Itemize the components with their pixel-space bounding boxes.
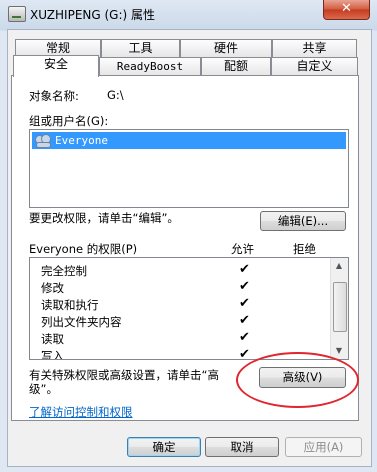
table-row: 修改 ✔ <box>30 279 330 296</box>
edit-button[interactable]: 编辑(E)... <box>260 211 346 231</box>
object-name-label: 对象名称: <box>29 89 79 103</box>
deny-column-header: 拒绝 <box>293 242 316 256</box>
list-item[interactable]: Everyone <box>32 132 346 149</box>
permission-name: 读取 <box>41 332 64 346</box>
permission-name: 列出文件夹内容 <box>41 315 122 329</box>
group-users-label: 组或用户名(G): <box>29 114 109 128</box>
advanced-hint-line2: 级”。 <box>29 382 58 396</box>
table-row: 列出文件夹内容 ✔ <box>30 313 330 330</box>
table-row: 写入 ✔ <box>30 347 330 360</box>
apply-button[interactable]: 应用(A) <box>285 437 362 457</box>
table-row: 读取 ✔ <box>30 330 330 347</box>
permission-name: 完全控制 <box>41 264 87 278</box>
allow-column-header: 允许 <box>231 242 254 256</box>
properties-window: XUZHIPENG (G:) 属性 ✕ 常规 工具 硬件 共享 安全 Ready… <box>0 0 377 472</box>
permissions-scrollbar[interactable]: ▲ ▼ <box>330 258 348 359</box>
allow-check-icon: ✔ <box>239 279 250 294</box>
allow-check-icon: ✔ <box>239 262 250 277</box>
user-name: Everyone <box>55 134 108 147</box>
permissions-header: Everyone 的权限(P) <box>29 242 138 256</box>
change-permission-hint: 要更改权限，请单击“编辑”。 <box>29 211 179 225</box>
permissions-list: 完全控制 ✔ 修改 ✔ 读取和执行 ✔ 列出文件夹内容 ✔ 读取 ✔ 写入 ✔ <box>29 257 349 360</box>
permission-name: 修改 <box>41 281 64 295</box>
scroll-thumb[interactable] <box>333 282 347 332</box>
scroll-down-icon[interactable]: ▼ <box>331 343 347 359</box>
advanced-button[interactable]: 高级(V) <box>259 367 346 388</box>
learn-access-control-link[interactable]: 了解访问控制和权限 <box>29 404 133 420</box>
ok-button[interactable]: 确定 <box>127 437 201 457</box>
cancel-button[interactable]: 取消 <box>205 437 279 457</box>
permission-name: 读取和执行 <box>41 298 99 312</box>
allow-check-icon: ✔ <box>239 296 250 311</box>
object-name-value: G:\ <box>107 88 124 102</box>
user-group-icon <box>35 133 51 148</box>
scroll-up-icon[interactable]: ▲ <box>331 258 347 274</box>
users-listbox[interactable]: Everyone <box>29 129 349 208</box>
table-row: 完全控制 ✔ <box>30 262 330 279</box>
table-row: 读取和执行 ✔ <box>30 296 330 313</box>
allow-check-icon: ✔ <box>239 330 250 345</box>
allow-check-icon: ✔ <box>239 313 250 328</box>
permission-name: 写入 <box>41 349 64 360</box>
allow-check-icon: ✔ <box>239 347 250 360</box>
